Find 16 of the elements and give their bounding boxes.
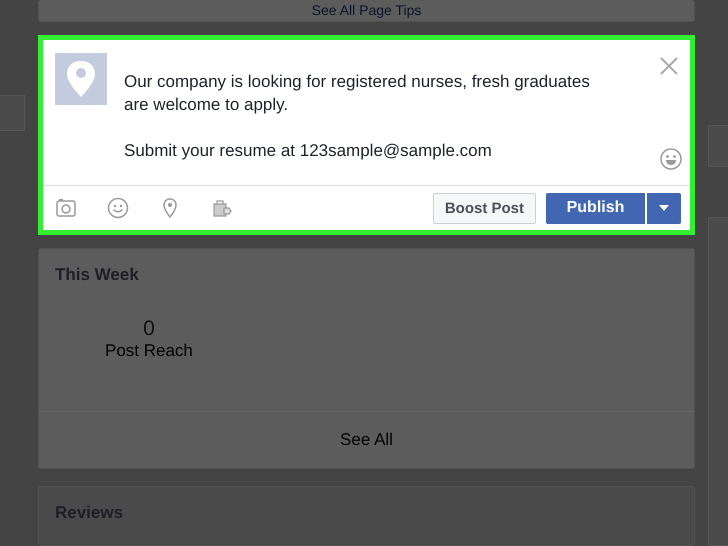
camera-icon[interactable]	[55, 197, 77, 220]
publish-button[interactable]: Publish	[546, 192, 645, 224]
stat-value: 0	[143, 317, 155, 342]
post-text: Our company is looking for registered nurses, fresh graduates are welcome to apply.	[124, 71, 591, 116]
smiley-icon[interactable]	[660, 148, 682, 170]
see-all-link[interactable]: See All	[39, 410, 694, 468]
page-avatar-icon	[55, 53, 107, 106]
smiley-icon[interactable]	[107, 197, 129, 220]
post-text-field[interactable]: Our company is looking for registered nurses, fresh graduates are welcome to apply. Submit your resume at 123sample@sample.com	[124, 70, 604, 186]
post-text: Submit your resume at 123sample@sample.com	[124, 140, 493, 162]
close-icon[interactable]	[660, 57, 678, 76]
stat-label: Post Reach	[105, 341, 193, 362]
boost-post-button[interactable]: Boost Post	[432, 192, 536, 224]
caret-icon	[659, 205, 669, 212]
card-title: This Week	[54, 264, 140, 286]
publish-options-button[interactable]	[647, 192, 681, 224]
